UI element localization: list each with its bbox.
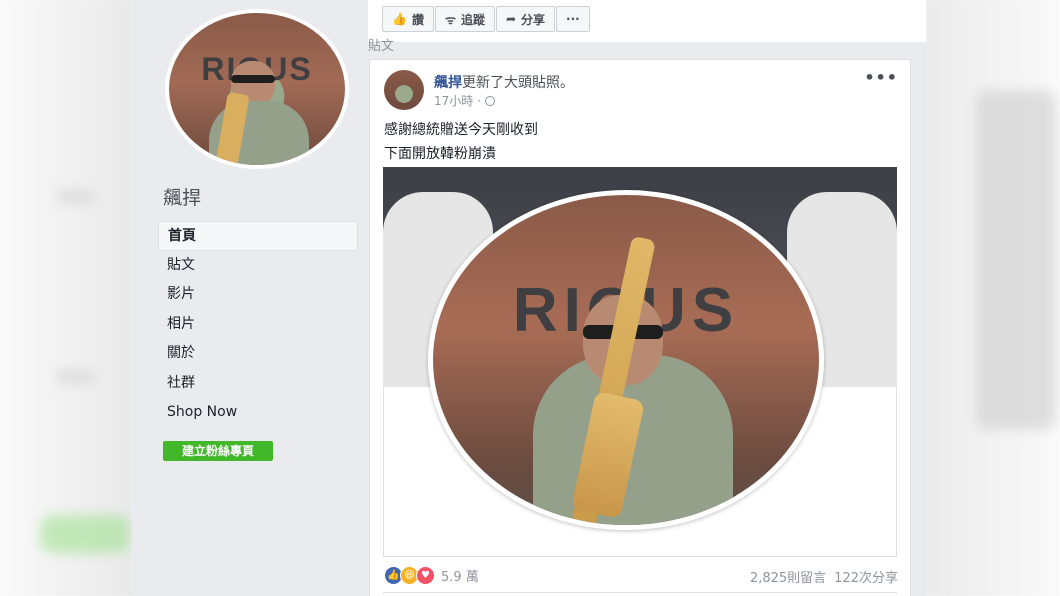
profile-glasses [231, 75, 275, 83]
post-text-line: 下面開放韓粉崩潰 [384, 146, 496, 162]
nav-item-community[interactable]: 社群 [158, 369, 358, 399]
backdrop-blob [55, 370, 95, 384]
post-timestamp[interactable]: 17小時 [434, 92, 473, 109]
post-stats: 2,825則留言 122次分享 [750, 567, 898, 586]
share-page-button[interactable]: ➦ 分享 [495, 6, 556, 32]
backdrop-right [926, 0, 1060, 596]
ellipsis-icon: ··· [566, 12, 580, 26]
follow-page-button[interactable]: ᯤ 追蹤 [434, 6, 495, 32]
post-header: 飆捍更新了大頭貼照。 [434, 72, 574, 92]
author-avatar[interactable] [384, 70, 424, 110]
page-name[interactable]: 飆捍 [163, 183, 201, 210]
page-action-bar: 👍 讚 ᯤ 追蹤 ➦ 分享 ··· [382, 6, 590, 32]
backdrop-blob [40, 515, 130, 553]
share-arrow-icon: ➦ [505, 12, 517, 26]
reactions-summary[interactable]: 👍 😆 ♥ 5.9 萬 [384, 566, 479, 585]
meta-separator: · [477, 93, 482, 108]
profile-photo-large[interactable]: RIOUS [428, 190, 824, 530]
comment-count[interactable]: 2,825則留言 [750, 567, 826, 586]
nav-item-shop-now[interactable]: Shop Now [158, 398, 358, 428]
like-label: 讚 [411, 12, 424, 27]
post-author-link[interactable]: 飆捍 [434, 75, 462, 91]
like-page-button[interactable]: 👍 讚 [382, 6, 434, 32]
globe-icon [485, 95, 496, 106]
share-label: 分享 [521, 12, 546, 27]
create-page-button[interactable]: 建立粉絲專頁 [163, 441, 273, 461]
posts-section-label: 貼文 [368, 39, 395, 54]
post-message: 感謝總統贈送今天剛收到 下面開放韓粉崩潰 [384, 118, 538, 166]
profile-picture[interactable]: RIOUS [165, 9, 349, 169]
post-card: 飆捍更新了大頭貼照。 17小時 · ••• 感謝總統贈送今天剛收到 下面開放韓粉… [369, 59, 911, 596]
share-count[interactable]: 122次分享 [834, 567, 898, 586]
backdrop-blob [55, 190, 95, 204]
post-options-icon[interactable]: ••• [864, 68, 898, 87]
facebook-page-frame: RIOUS 飆捍 首頁 貼文 影片 相片 關於 社群 Shop Now 建立粉絲… [132, 0, 926, 596]
nav-item-posts[interactable]: 貼文 [158, 251, 358, 281]
nav-item-photos[interactable]: 相片 [158, 310, 358, 340]
post-text-line: 感謝總統贈送今天剛收到 [384, 122, 538, 138]
page-nav: 首頁 貼文 影片 相片 關於 社群 Shop Now [158, 221, 358, 428]
post-meta: 17小時 · [434, 92, 496, 109]
more-options-button[interactable]: ··· [556, 6, 590, 32]
backdrop-left [0, 0, 132, 596]
backdrop-blob [976, 90, 1056, 430]
reaction-count: 5.9 萬 [441, 570, 479, 585]
left-column: RIOUS 飆捍 首頁 貼文 影片 相片 關於 社群 Shop Now 建立粉絲… [132, 0, 364, 596]
rss-icon: ᯤ [444, 12, 456, 27]
nav-item-about[interactable]: 關於 [158, 339, 358, 369]
thumbs-up-icon: 👍 [392, 12, 407, 26]
nav-item-home[interactable]: 首頁 [158, 221, 358, 251]
nav-item-videos[interactable]: 影片 [158, 280, 358, 310]
love-reaction-icon: ♥ [416, 566, 435, 585]
post-divider [383, 592, 897, 593]
follow-label: 追蹤 [460, 12, 485, 27]
post-action-text: 更新了大頭貼照。 [462, 75, 574, 91]
